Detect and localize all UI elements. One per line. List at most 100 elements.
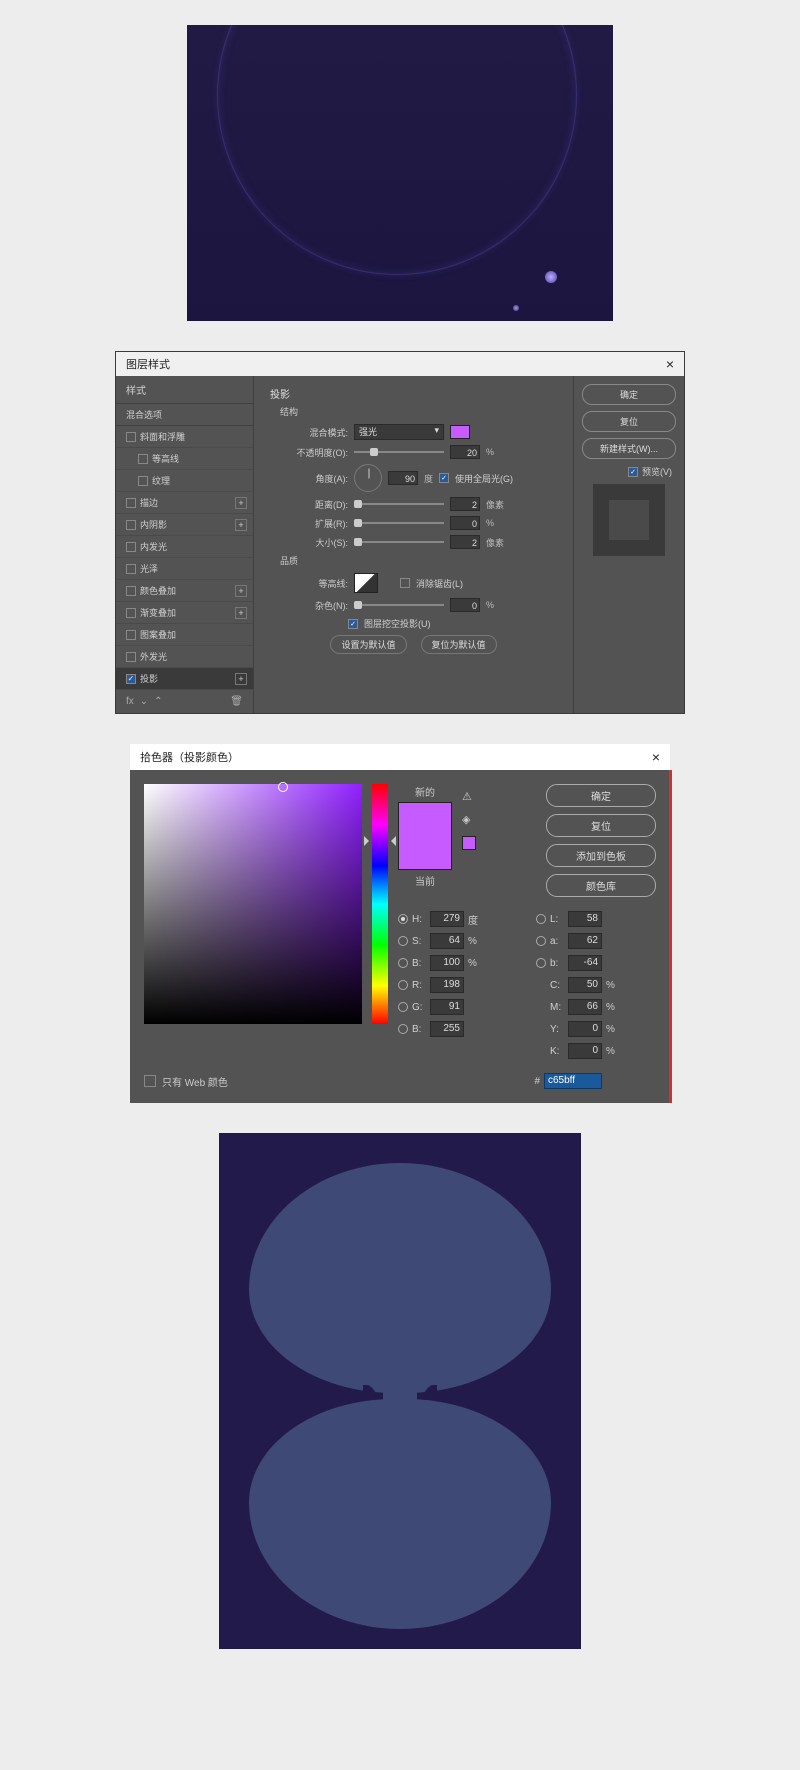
size-slider[interactable] [354,541,444,543]
radio-S[interactable] [398,936,408,946]
radio-L[interactable] [536,914,546,924]
preview-checkbox[interactable]: ✓ [628,467,638,477]
checkbox-icon[interactable] [126,586,136,596]
new-current-swatch[interactable] [398,802,452,870]
close-icon[interactable]: × [652,749,660,765]
effect-inner-glow[interactable]: 内发光 [116,536,253,558]
web-only-checkbox[interactable]: 只有 Web 颜色 [144,1074,228,1089]
effect-drop-shadow[interactable]: ✓投影+ [116,668,253,690]
checkbox-icon[interactable] [126,542,136,552]
angle-dial[interactable] [354,464,382,492]
radio-a[interactable] [536,936,546,946]
make-default-button[interactable]: 设置为默认值 [330,635,406,654]
plus-icon[interactable]: + [235,585,247,597]
plus-icon[interactable]: + [235,519,247,531]
radio-R[interactable] [398,980,408,990]
resize-edge[interactable] [669,770,672,1103]
radio-b[interactable] [536,958,546,968]
checkbox-icon[interactable] [126,652,136,662]
plus-icon[interactable]: + [235,497,247,509]
checkbox-icon[interactable]: ✓ [126,674,136,684]
checkbox-icon[interactable] [126,432,136,442]
color-lib-button[interactable]: 颜色库 [546,874,656,897]
input-M: M:66% [536,999,656,1015]
contour-picker[interactable] [354,573,378,593]
effect-outer-glow[interactable]: 外发光 [116,646,253,668]
antialias-checkbox[interactable] [400,578,410,588]
effect-pattern-overlay[interactable]: 图案叠加 [116,624,253,646]
color-field[interactable] [144,784,362,1024]
glow-dot-large [545,271,557,283]
radio-Bv[interactable] [398,958,408,968]
noise-input[interactable]: 0 [450,598,480,612]
warning-icon[interactable]: ⚠ [462,790,476,803]
input-S: S:64% [398,933,518,949]
close-icon[interactable]: × [666,356,674,372]
input-C: C:50% [536,977,656,993]
trash-icon[interactable]: 🗑 [230,696,243,707]
style-footer: fx ⌄ ⌃ 🗑 [116,690,253,713]
new-style-button[interactable]: 新建样式(W)... [582,438,676,459]
effect-texture[interactable]: 纹理 [116,470,253,492]
fx-icon[interactable]: fx [126,696,134,707]
blend-options-header[interactable]: 混合选项 [116,404,253,426]
cube-icon[interactable]: ◈ [462,813,476,826]
knockout-checkbox[interactable]: ✓ [348,619,358,629]
checkbox-icon[interactable] [138,454,148,464]
spread-slider[interactable] [354,522,444,524]
blend-mode-select[interactable]: 强光 ▾ [354,424,444,440]
add-swatch-button[interactable]: 添加到色板 [546,844,656,867]
distance-slider[interactable] [354,503,444,505]
opacity-input[interactable]: 20 [450,445,480,459]
chevron-down-icon[interactable]: ⌄ [140,696,148,707]
dialog-titlebar[interactable]: 图层样式 × [116,352,684,376]
spread-input[interactable]: 0 [450,516,480,530]
plus-icon[interactable]: + [235,607,247,619]
checkbox-icon[interactable] [126,630,136,640]
noise-slider[interactable] [354,604,444,606]
hue-strip[interactable] [372,784,388,1024]
shadow-color-swatch[interactable] [450,425,470,439]
checkbox-icon[interactable] [126,498,136,508]
ok-button[interactable]: 确定 [582,384,676,405]
cancel-button[interactable]: 复位 [546,814,656,837]
hourglass-bottom [249,1399,551,1629]
row-opacity: 不透明度(O): 20 % [282,445,559,459]
opacity-slider[interactable] [354,451,444,453]
hue-pointer-icon [386,836,396,846]
reset-default-button[interactable]: 复位为默认值 [421,635,497,654]
distance-input[interactable]: 2 [450,497,480,511]
cancel-button[interactable]: 复位 [582,411,676,432]
checkbox-icon[interactable] [144,1075,156,1087]
input-Y: Y:0% [536,1021,656,1037]
plus-icon[interactable]: + [235,673,247,685]
effect-gradient-overlay[interactable]: 渐变叠加+ [116,602,253,624]
ok-button[interactable]: 确定 [546,784,656,807]
effect-contour[interactable]: 等高线 [116,448,253,470]
global-light-checkbox[interactable]: ✓ [439,473,449,483]
effect-inner-shadow[interactable]: 内阴影+ [116,514,253,536]
styles-header[interactable]: 样式 [116,376,253,404]
input-b: b:-64 [536,955,656,971]
checkbox-icon[interactable] [126,520,136,530]
hex-input[interactable]: c65bff [544,1073,602,1089]
angle-input[interactable]: 90 [388,471,418,485]
input-H: H:279度 [398,911,518,927]
row-size: 大小(S): 2 像素 [282,535,559,549]
radio-Bc[interactable] [398,1024,408,1034]
effect-color-overlay[interactable]: 颜色叠加+ [116,580,253,602]
checkbox-icon[interactable] [126,564,136,574]
radio-H[interactable] [398,914,408,924]
mini-swatch[interactable] [462,836,476,850]
effect-stroke[interactable]: 描边+ [116,492,253,514]
checkbox-icon[interactable] [126,608,136,618]
radio-G[interactable] [398,1002,408,1012]
checkbox-icon[interactable] [138,476,148,486]
effect-satin[interactable]: 光泽 [116,558,253,580]
picker-titlebar[interactable]: 拾色器（投影颜色） × [130,744,670,770]
size-input[interactable]: 2 [450,535,480,549]
color-cursor-icon[interactable] [278,782,288,792]
effect-bevel[interactable]: 斜面和浮雕 [116,426,253,448]
chevron-up-icon[interactable]: ⌃ [154,696,162,707]
input-K: K:0% [536,1043,656,1059]
